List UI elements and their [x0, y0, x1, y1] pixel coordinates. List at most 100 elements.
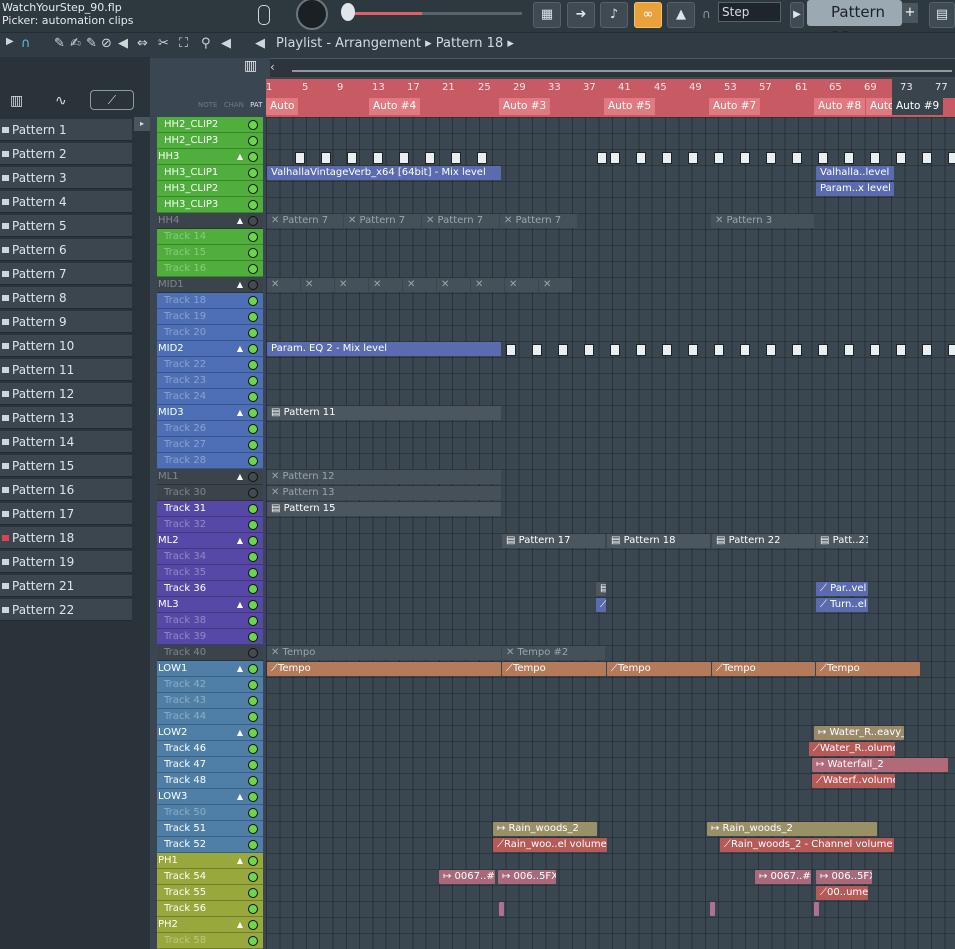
collapse-icon[interactable]: ▲: [237, 853, 243, 869]
pattern-block[interactable]: [792, 344, 802, 356]
mute-led[interactable]: [248, 824, 258, 834]
playlist-clip[interactable]: ▤ Pattern 15: [267, 502, 501, 516]
track-header[interactable]: Track 42: [157, 677, 263, 693]
playback-icon[interactable]: ◀: [221, 36, 231, 54]
track-header[interactable]: Track 54: [157, 869, 263, 885]
automation-clip[interactable]: ⟋ Turn..el: [816, 598, 868, 612]
track-header[interactable]: Track 28: [157, 453, 263, 469]
automation-clip[interactable]: ⟋00..ume: [816, 886, 868, 900]
mute-led[interactable]: [248, 184, 258, 194]
mute-led[interactable]: [248, 344, 258, 354]
pattern-block[interactable]: [662, 344, 672, 356]
time-marker[interactable]: Auto #8: [814, 98, 866, 115]
mute-led[interactable]: [248, 936, 258, 946]
muted-clip[interactable]: ✕: [403, 278, 436, 292]
track-header[interactable]: Track 39: [157, 629, 263, 645]
clip-marker[interactable]: [499, 902, 504, 916]
track-header[interactable]: Track 19: [157, 309, 263, 325]
automation-clip[interactable]: Param..x level: [816, 182, 894, 196]
pattern-item[interactable]: Pattern 8: [0, 287, 132, 309]
picker-scroll-button[interactable]: ▸: [134, 117, 150, 131]
pattern-item[interactable]: Pattern 7: [0, 263, 132, 285]
track-header[interactable]: ML1 ▲: [157, 469, 263, 485]
muted-clip[interactable]: ✕: [437, 278, 470, 292]
piano-icon[interactable]: ▥: [10, 93, 23, 109]
time-marker[interactable]: Auto #4: [369, 98, 421, 115]
time-marker[interactable]: Auto #5: [604, 98, 656, 115]
pattern-block[interactable]: [818, 344, 828, 356]
pattern-item[interactable]: Pattern 16: [0, 479, 132, 501]
audio-clip[interactable]: ↦ 006..5FX: [498, 870, 556, 884]
track-header[interactable]: HH3 ▲: [157, 149, 263, 165]
muted-clip[interactable]: ✕: [505, 278, 538, 292]
mute-icon[interactable]: ⊘: [101, 36, 112, 54]
pattern-item[interactable]: Pattern 11: [0, 359, 132, 381]
mute-led[interactable]: [248, 648, 258, 658]
track-header[interactable]: PH1 ▲: [157, 853, 263, 869]
track-header[interactable]: Track 16: [157, 261, 263, 277]
muted-clip[interactable]: ✕: [335, 278, 368, 292]
clip-marker[interactable]: [710, 902, 715, 916]
pattern-block[interactable]: [636, 344, 646, 356]
pattern-item[interactable]: Pattern 3: [0, 167, 132, 189]
track-header[interactable]: MID3 ▲: [157, 405, 263, 421]
track-header[interactable]: HH2_CLIP2: [157, 117, 263, 133]
pencil-icon[interactable]: ✎: [54, 36, 65, 54]
pattern-block[interactable]: [766, 344, 776, 356]
pattern-item[interactable]: Pattern 2: [0, 143, 132, 165]
track-header[interactable]: PH2 ▲: [157, 917, 263, 933]
pattern-block[interactable]: [870, 344, 880, 356]
mute-led[interactable]: [248, 792, 258, 802]
pattern-item[interactable]: Pattern 4: [0, 191, 132, 213]
pattern-block[interactable]: [948, 152, 955, 164]
pattern-block[interactable]: [714, 344, 724, 356]
playlist-clip[interactable]: ✕ Pattern 7: [267, 214, 343, 228]
mute-led[interactable]: [248, 904, 258, 914]
select-icon[interactable]: ⛶: [179, 36, 188, 54]
mute-led[interactable]: [248, 712, 258, 722]
pattern-block[interactable]: [896, 344, 906, 356]
audio-clip[interactable]: ↦ Water_R..eavy_1: [814, 726, 904, 740]
pattern-item[interactable]: Pattern 22: [0, 599, 132, 621]
mute-led[interactable]: [248, 168, 258, 178]
track-header[interactable]: Track 14: [157, 229, 263, 245]
collapse-icon[interactable]: ▲: [237, 917, 243, 933]
wave-icon[interactable]: ∿: [55, 93, 67, 109]
mute-led[interactable]: [248, 680, 258, 690]
pattern-prev-button[interactable]: ▶: [790, 2, 804, 28]
clip-marker[interactable]: [814, 902, 819, 916]
track-header[interactable]: Track 40: [157, 645, 263, 661]
automation-clip[interactable]: ⟋Tempo: [502, 662, 606, 676]
track-header[interactable]: LOW3 ▲: [157, 789, 263, 805]
audio-clip[interactable]: ↦ 0067..#2: [755, 870, 811, 884]
arrow-right-button[interactable]: ➜: [567, 2, 595, 28]
automation-clip[interactable]: ⟋ Par..vel: [816, 582, 868, 596]
track-header[interactable]: HH2_CLIP3: [157, 133, 263, 149]
pattern-block[interactable]: [688, 344, 698, 356]
automation-clip[interactable]: ⟋Tempo: [267, 662, 501, 676]
automation-clip[interactable]: ⟋Rain_woo..el volume: [493, 838, 607, 852]
pattern-item[interactable]: Pattern 6: [0, 239, 132, 261]
pattern-block[interactable]: [532, 344, 542, 356]
playlist-clip[interactable]: ✕ Pattern 12: [267, 470, 501, 484]
pattern-item[interactable]: Pattern 17: [0, 503, 132, 525]
pattern-block[interactable]: [740, 152, 750, 164]
track-header[interactable]: MID2 ▲: [157, 341, 263, 357]
track-header[interactable]: Track 46: [157, 741, 263, 757]
automation-clip[interactable]: ⟋Water_R..olume: [809, 742, 895, 756]
mute-led[interactable]: [248, 424, 258, 434]
track-header[interactable]: Track 36: [157, 581, 263, 597]
track-header[interactable]: Track 24: [157, 389, 263, 405]
track-header[interactable]: Track 43: [157, 693, 263, 709]
muted-clip[interactable]: ✕: [471, 278, 504, 292]
playlist-clip[interactable]: ▤ Patt..21: [816, 534, 868, 548]
slip-icon[interactable]: ⇔: [137, 36, 148, 54]
track-header[interactable]: Track 35: [157, 565, 263, 581]
mute-led[interactable]: [248, 856, 258, 866]
pattern-item[interactable]: Pattern 19: [0, 551, 132, 573]
track-header[interactable]: Track 55: [157, 885, 263, 901]
pattern-block[interactable]: [948, 344, 955, 356]
pattern-item[interactable]: Pattern 10: [0, 335, 132, 357]
mute-speaker-icon[interactable]: ◀: [118, 36, 128, 54]
track-header[interactable]: Track 31: [157, 501, 263, 517]
